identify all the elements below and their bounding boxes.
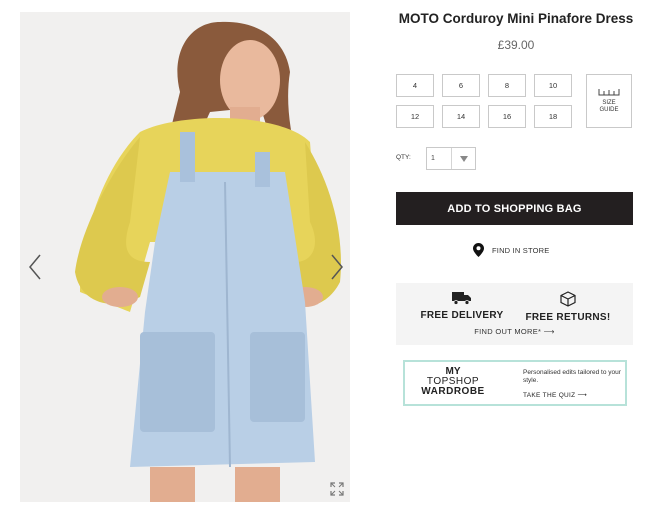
- wardrobe-promo-text: Personalised edits tailored to your styl…: [523, 369, 623, 399]
- quantity-value: 1: [427, 148, 452, 169]
- size-option[interactable]: 18: [534, 105, 572, 128]
- quantity-select[interactable]: 1: [426, 147, 476, 170]
- next-image-button[interactable]: [326, 250, 348, 284]
- size-guide-button[interactable]: SIZE GUIDE: [586, 74, 632, 128]
- ruler-icon: [598, 89, 620, 96]
- product-photo: [20, 12, 350, 502]
- free-delivery-label: FREE DELIVERY: [420, 310, 504, 321]
- free-returns-label: FREE RETURNS!: [525, 312, 611, 323]
- size-option[interactable]: 10: [534, 74, 572, 97]
- product-price: £39.00: [497, 38, 535, 52]
- find-in-store-label: FIND IN STORE: [492, 245, 550, 255]
- delivery-info-panel: FREE DELIVERY FREE RETURNS! FIND OUT MOR…: [396, 283, 633, 345]
- product-image-gallery[interactable]: [20, 12, 350, 502]
- chevron-right-icon: [331, 254, 343, 280]
- size-option[interactable]: 12: [396, 105, 434, 128]
- free-delivery-block: FREE DELIVERY: [420, 291, 504, 321]
- find-out-more-link[interactable]: FIND OUT MORE* ⟶: [396, 327, 633, 336]
- add-to-bag-button[interactable]: ADD TO SHOPPING BAG: [396, 192, 633, 225]
- delivery-truck-icon: [452, 292, 471, 305]
- wardrobe-logo: MY TOPSHOP WARDROBE: [413, 367, 493, 397]
- size-option[interactable]: 6: [442, 74, 480, 97]
- size-option[interactable]: 4: [396, 74, 434, 97]
- previous-image-button[interactable]: [24, 250, 46, 284]
- chevron-left-icon: [29, 254, 41, 280]
- size-option[interactable]: 8: [488, 74, 526, 97]
- size-selector: 4 6 8 10 12 14 16 18: [396, 74, 576, 128]
- my-topshop-wardrobe-banner[interactable]: MY TOPSHOP WARDROBE Personalised edits t…: [403, 360, 627, 406]
- chevron-down-icon: [452, 155, 475, 162]
- product-title: MOTO Corduroy Mini Pinafore Dress: [398, 11, 634, 26]
- size-guide-label: SIZE GUIDE: [599, 100, 619, 113]
- return-box-icon: [560, 291, 576, 307]
- expand-icon[interactable]: [330, 482, 344, 496]
- location-pin-icon: [473, 243, 484, 257]
- take-the-quiz-link[interactable]: TAKE THE QUIZ ⟶: [523, 391, 623, 399]
- quantity-label: QTY:: [396, 154, 411, 161]
- wardrobe-logo-line3: WARDROBE: [421, 386, 485, 397]
- size-option[interactable]: 14: [442, 105, 480, 128]
- find-in-store-link[interactable]: FIND IN STORE: [473, 242, 549, 258]
- wardrobe-copy: Personalised edits tailored to your styl…: [523, 369, 621, 384]
- size-option[interactable]: 16: [488, 105, 526, 128]
- free-returns-block: FREE RETURNS!: [524, 291, 612, 323]
